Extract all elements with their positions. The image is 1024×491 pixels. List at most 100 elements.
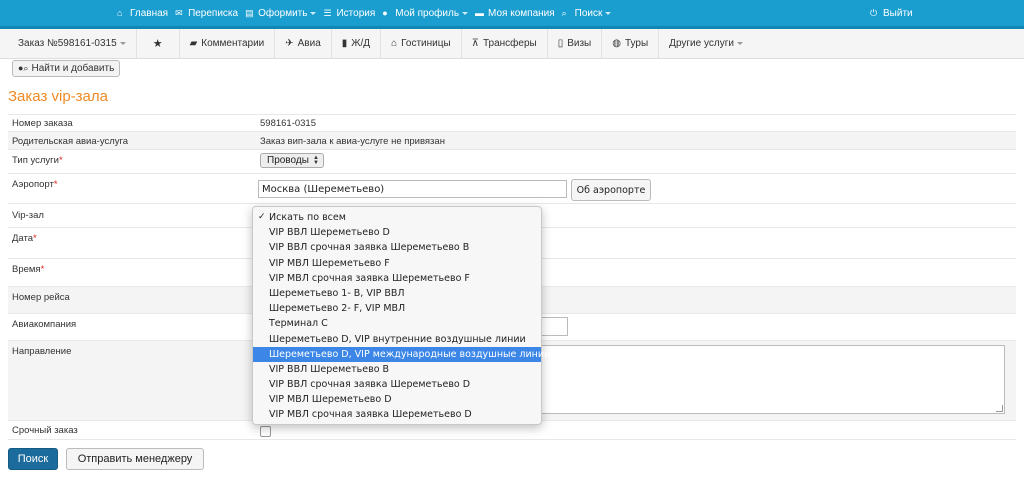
tab-label: Визы <box>567 38 592 49</box>
tab-comments[interactable]: ▰ Комментарии <box>180 29 276 58</box>
logout-label: Выйти <box>883 7 913 19</box>
power-icon: ⏻ <box>870 7 878 18</box>
resize-grip-icon[interactable] <box>996 405 1003 412</box>
nav-history[interactable]: ☰ История <box>323 8 375 19</box>
home-icon: ⌂ <box>391 38 398 49</box>
nav-label: Поиск <box>574 7 603 19</box>
top-navbar: ⌂ Главная ✉ Переписка ▤ Оформить ☰ История ●… <box>0 0 1024 29</box>
dropdown-option-highlighted[interactable]: Шереметьево D, VIP международные воздушн… <box>253 346 550 362</box>
nav-home[interactable]: ⌂ Главная <box>117 8 168 19</box>
row-parent-service: Родительская авиа-услуга Заказ вип-зала … <box>8 131 1016 150</box>
dropdown-option[interactable]: VIP ВВЛ срочная заявка Шереметьево D <box>253 377 541 392</box>
nav-label: Переписка <box>188 7 239 19</box>
required-mark: * <box>58 155 63 166</box>
home-icon: ⌂ <box>117 7 123 18</box>
parent-service-value: Заказ вип-зала к авиа-услуге не привязан <box>260 136 445 147</box>
service-type-select[interactable]: Проводы ▲ ▼ <box>260 153 324 168</box>
dropdown-option[interactable]: VIP МВЛ срочная заявка Шереметьево F <box>253 271 541 286</box>
tab-label: Другие услуги <box>669 38 734 49</box>
date-label: Дата* <box>12 233 37 244</box>
top-nav: ⌂ Главная ✉ Переписка ▤ Оформить ☰ История ●… <box>117 0 618 26</box>
tab-tours[interactable]: ◍ Туры <box>602 29 660 58</box>
tab-label: Туры <box>624 38 649 49</box>
dropdown-option[interactable]: Шереметьево 2- F, VIP МВЛ <box>253 301 541 316</box>
tab-rail[interactable]: ▮ Ж/Д <box>332 29 382 58</box>
urgent-checkbox[interactable] <box>260 426 271 437</box>
vip-hall-dropdown[interactable]: ✓ Искать по всем VIP ВВЛ Шереметьево D VI… <box>252 206 550 425</box>
required-mark: * <box>33 233 37 244</box>
user-icon: ● <box>382 7 388 18</box>
required-mark: * <box>53 179 58 190</box>
tab-hotels[interactable]: ⌂ Гостиницы <box>381 29 462 58</box>
order-number-menu[interactable]: Заказ №598161-0315 <box>0 29 137 58</box>
tab-visas[interactable]: ▯ Визы <box>548 29 603 58</box>
tab-label: Ж/Д <box>351 38 371 49</box>
dropdown-option[interactable]: Шереметьево D, VIP внутренние воздушные … <box>253 332 541 347</box>
tab-transfers[interactable]: ⊼ Трансферы <box>462 29 548 58</box>
row-service-type: Тип услуги* <box>8 149 1016 174</box>
find-and-add-button[interactable]: ●⌕ Найти и добавить <box>12 60 121 77</box>
chevron-down-icon <box>736 42 743 45</box>
comment-icon: ▰ <box>189 38 198 49</box>
tab-avia[interactable]: ✈ Авиа <box>275 29 332 58</box>
direction-textarea[interactable] <box>540 345 1005 414</box>
page-title: Заказ vip-зала <box>8 88 108 105</box>
envelope-icon: ✉ <box>175 7 183 18</box>
list-icon: ☰ <box>323 7 332 18</box>
tab-label: Гостиницы <box>401 38 451 49</box>
airline-input[interactable] <box>540 317 568 336</box>
nav-label: История <box>336 7 376 19</box>
cart-icon: ▤ <box>245 7 254 18</box>
chevron-down-icon <box>310 11 317 15</box>
required-mark: * <box>40 264 45 275</box>
dropdown-option[interactable]: VIP МВЛ Шереметьево F <box>253 256 541 271</box>
parent-service-label: Родительская авиа-услуга <box>12 136 129 147</box>
tab-label: Авиа <box>297 38 321 49</box>
user-search-icon: ●⌕ <box>18 63 29 73</box>
vip-hall-label: Vip-зал <box>12 210 44 221</box>
plane-icon: ✈ <box>285 38 294 49</box>
logout-link[interactable]: ⏻ Выйти <box>870 0 913 26</box>
select-arrows-icon: ▲ ▼ <box>313 155 319 166</box>
airline-label: Авиакомпания <box>12 319 77 330</box>
dropdown-option[interactable]: VIP МВЛ Шереметьево D <box>253 392 541 407</box>
favorite-button[interactable]: ★ <box>137 29 180 58</box>
globe-icon: ◍ <box>612 38 621 49</box>
nav-correspondence[interactable]: ✉ Переписка <box>175 8 238 19</box>
about-airport-button[interactable]: Об аэропорте <box>571 179 651 201</box>
find-and-add-label: Найти и добавить <box>31 63 115 74</box>
time-label: Время* <box>12 264 45 275</box>
search-button[interactable]: Поиск <box>8 448 58 470</box>
chevron-down-icon <box>119 42 126 45</box>
nav-label: Мой профиль <box>395 7 460 19</box>
tab-label: Комментарии <box>201 38 265 49</box>
order-number-value: 598161-0315 <box>260 118 316 129</box>
dropdown-option[interactable]: VIP МВЛ срочная заявка Шереметьево D <box>253 407 541 422</box>
urgent-label: Срочный заказ <box>12 425 78 436</box>
nav-company[interactable]: ▬ Моя компания <box>475 8 555 19</box>
nav-search[interactable]: ⌕ Поиск <box>562 8 612 19</box>
chevron-down-icon <box>605 11 612 15</box>
nav-label: Главная <box>130 7 169 19</box>
dropdown-option[interactable]: VIP ВВЛ Шереметьево B <box>253 362 541 377</box>
company-icon: ▬ <box>475 7 485 18</box>
airport-label: Аэропорт* <box>12 179 58 190</box>
flight-number-label: Номер рейса <box>12 292 70 303</box>
tab-other-services[interactable]: Другие услуги <box>659 29 753 58</box>
dropdown-option[interactable]: VIP ВВЛ срочная заявка Шереметьево B <box>253 240 541 255</box>
nav-profile[interactable]: ● Мой профиль <box>382 7 469 19</box>
direction-label: Направление <box>12 346 72 357</box>
nav-label: Оформить <box>258 7 308 19</box>
star-icon: ★ <box>152 38 163 50</box>
checkmark-icon: ✓ <box>258 212 266 222</box>
send-to-manager-button[interactable]: Отправить менеджеру <box>66 448 204 470</box>
nav-order[interactable]: ▤ Оформить <box>245 7 317 19</box>
airport-input[interactable]: Москва (Шереметьево) <box>258 180 567 198</box>
dropdown-option[interactable]: Терминал С <box>253 316 541 331</box>
dropdown-option[interactable]: Шереметьево 1- B, VIP ВВЛ <box>253 286 541 301</box>
bookmark-icon: ▮ <box>341 38 348 49</box>
row-order-number: Номер заказа 598161-0315 <box>8 114 1016 132</box>
dropdown-option[interactable]: VIP ВВЛ Шереметьево D <box>253 225 541 240</box>
dropdown-option[interactable]: ✓ Искать по всем <box>253 210 541 225</box>
road-icon: ⊼ <box>471 38 479 49</box>
